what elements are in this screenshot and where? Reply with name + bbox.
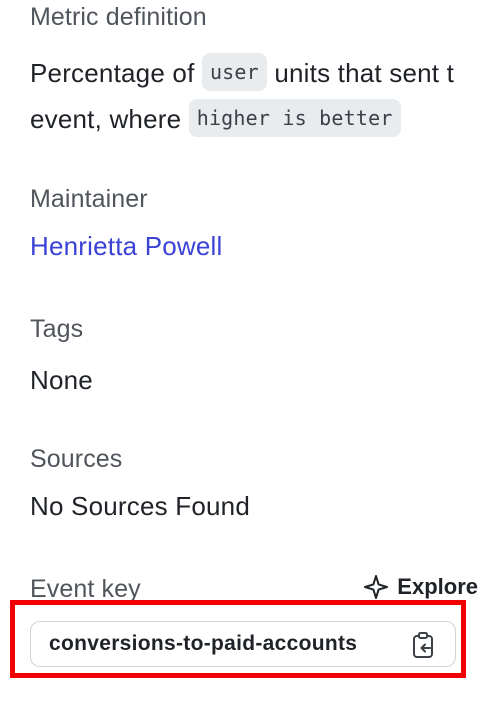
metric-definition-line-2: event, where higher is better [30,99,401,137]
sources-heading: Sources [30,445,123,473]
metric-details-panel: Metric definition Percentage of user uni… [0,0,486,708]
definition-text-prefix-2: event, where [30,104,182,134]
explore-button[interactable]: Explore [363,574,478,600]
metric-definition-heading: Metric definition [30,3,207,31]
definition-text-prefix: Percentage of [30,58,195,88]
clipboard-copy-icon[interactable] [411,631,437,659]
metric-definition-line-1: Percentage of user units that sent t [30,53,454,91]
sparkle-icon [364,575,389,599]
sources-value: No Sources Found [30,491,250,521]
maintainer-heading: Maintainer [30,185,148,213]
unit-type-chip: user [201,53,267,91]
event-key-chip[interactable]: conversions-to-paid-accounts [30,621,456,667]
event-key-value: conversions-to-paid-accounts [49,632,358,655]
explore-label: Explore [397,574,478,599]
tags-value: None [30,365,93,395]
maintainer-link[interactable]: Henrietta Powell [30,231,223,262]
definition-text-suffix: units that sent t [274,58,455,88]
tags-heading: Tags [30,315,84,343]
success-direction-chip: higher is better [188,99,401,137]
